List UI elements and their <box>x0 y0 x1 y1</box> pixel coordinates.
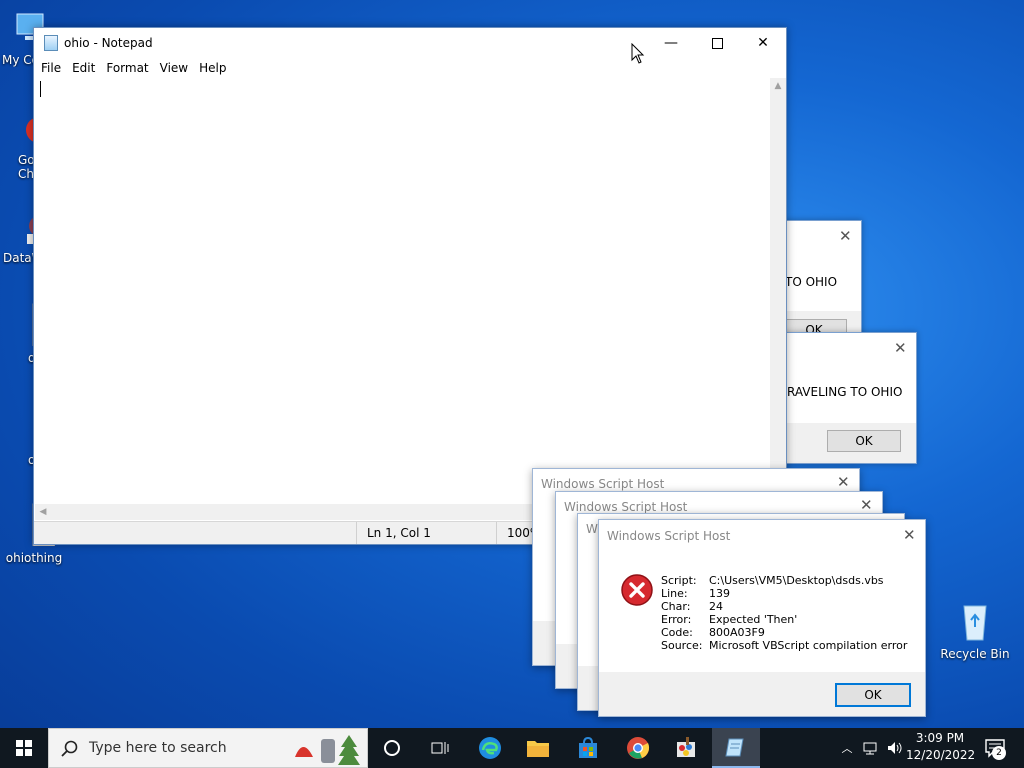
task-view-button[interactable] <box>420 728 460 768</box>
notification-badge: 2 <box>992 746 1006 760</box>
menu-edit[interactable]: Edit <box>68 61 102 75</box>
menu-view[interactable]: View <box>156 61 195 75</box>
search-box[interactable]: Type here to search <box>48 728 368 768</box>
menu-file[interactable]: File <box>37 61 68 75</box>
chrome-icon <box>627 737 650 759</box>
minimize-icon: — <box>664 35 678 51</box>
close-icon[interactable]: ✕ <box>860 496 873 514</box>
store-button[interactable] <box>568 728 608 768</box>
minimize-button[interactable]: — <box>648 28 694 58</box>
close-icon[interactable]: ✕ <box>903 526 916 544</box>
chrome-button[interactable] <box>618 728 658 768</box>
wsh-error-dialog: Windows Script Host ✕ Script: Line: Char… <box>598 519 926 717</box>
start-button[interactable] <box>0 728 48 768</box>
error-labels: Script: Line: Char: Error: Code: Source: <box>661 574 703 652</box>
holiday-decoration-icon <box>295 735 360 765</box>
clock[interactable]: 3:09 PM 12/20/2022 <box>906 731 976 762</box>
value-error: Expected 'Then' <box>709 613 798 626</box>
maximize-button[interactable] <box>694 28 740 58</box>
paint-icon <box>677 737 695 757</box>
menu-help[interactable]: Help <box>195 61 233 75</box>
window-title: ohio - Notepad <box>64 36 153 50</box>
label-line: Line: <box>661 587 688 600</box>
close-icon[interactable]: ✕ <box>839 227 852 245</box>
edge-button[interactable] <box>470 728 510 768</box>
taskbar: Type here to search ︿ 3:09 PM 12/20/2022 <box>0 728 1024 768</box>
value-code: 800A03F9 <box>709 626 765 639</box>
search-input: Type here to search <box>89 740 227 756</box>
tray-overflow-button[interactable]: ︿ <box>838 728 856 768</box>
chevron-up-icon: ︿ <box>841 742 853 755</box>
text-editor[interactable] <box>35 78 769 504</box>
dialog-title: Windows Script Host <box>607 529 731 543</box>
mouse-cursor-icon <box>631 43 645 64</box>
status-position: Ln 1, Col 1 <box>356 522 497 544</box>
label-script: Script: <box>661 574 697 587</box>
file-explorer-icon <box>527 741 549 757</box>
close-icon[interactable]: ✕ <box>894 339 907 357</box>
label-source: Source: <box>661 639 703 652</box>
volume-button[interactable] <box>884 728 906 768</box>
notepad-taskbar-button[interactable] <box>712 728 760 768</box>
notepad-icon <box>725 738 744 757</box>
maximize-icon <box>711 37 723 49</box>
windows-icon <box>16 740 32 756</box>
store-icon <box>579 737 597 758</box>
search-icon <box>61 740 78 757</box>
notification-center-button[interactable]: 2 <box>980 728 1010 768</box>
value-char: 24 <box>709 600 723 613</box>
ok-button[interactable]: OK <box>835 683 911 707</box>
scroll-left-icon[interactable]: ◀ <box>35 504 51 520</box>
edge-icon <box>479 737 501 759</box>
desktop-icon-recycle-bin[interactable]: Recycle Bin <box>940 600 1010 661</box>
scroll-up-icon[interactable]: ▲ <box>770 78 786 94</box>
clock-time: 3:09 PM <box>915 731 965 745</box>
file-explorer-button[interactable] <box>518 728 558 768</box>
task-view-icon <box>431 742 449 754</box>
menu-format[interactable]: Format <box>102 61 155 75</box>
error-values: C:\Users\VM5\Desktop\dsds.vbs 139 24 Exp… <box>709 574 907 652</box>
recycle-bin-icon <box>963 605 987 641</box>
value-script: C:\Users\VM5\Desktop\dsds.vbs <box>709 574 884 587</box>
ok-button[interactable]: OK <box>827 430 901 452</box>
desktop-icon-label: ohiothing <box>5 551 63 565</box>
value-line: 139 <box>709 587 730 600</box>
close-button[interactable]: ✕ <box>740 28 786 58</box>
text-caret <box>40 81 41 97</box>
clock-date: 12/20/2022 <box>906 748 976 762</box>
message-text: TO OHIO <box>785 275 838 289</box>
close-icon[interactable]: ✕ <box>837 473 850 491</box>
value-source: Microsoft VBScript compilation error <box>709 639 908 652</box>
label-code: Code: <box>661 626 693 639</box>
cortana-button[interactable] <box>372 728 412 768</box>
dialog-title: W <box>586 522 598 536</box>
dialog-title: Windows Script Host <box>564 500 688 514</box>
volume-icon <box>888 742 902 754</box>
vertical-scrollbar[interactable]: ▲ <box>770 78 786 504</box>
network-button[interactable] <box>860 728 882 768</box>
paint-button[interactable] <box>666 728 706 768</box>
network-icon <box>863 742 877 755</box>
dialog-title: Windows Script Host <box>541 477 665 491</box>
title-bar[interactable]: ohio - Notepad — ✕ <box>34 28 786 58</box>
desktop-icon-label: Recycle Bin <box>940 647 1010 661</box>
error-icon <box>621 574 653 606</box>
cortana-icon <box>384 740 400 756</box>
notepad-icon <box>44 35 58 51</box>
label-error: Error: <box>661 613 692 626</box>
message-text: RAVELING TO OHIO <box>787 385 903 399</box>
menu-bar: File Edit Format View Help <box>34 58 786 78</box>
close-icon: ✕ <box>757 35 769 51</box>
label-char: Char: <box>661 600 691 613</box>
